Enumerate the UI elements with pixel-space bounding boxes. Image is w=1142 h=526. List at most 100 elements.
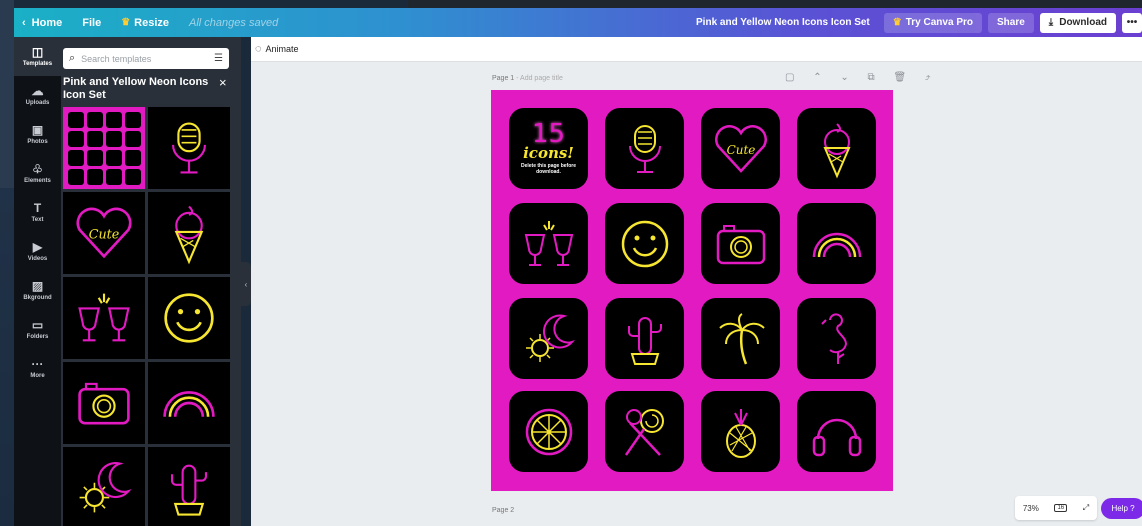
pineapple-icon [725, 408, 756, 458]
rail-item-bkground[interactable]: ▨ Bkground [14, 271, 61, 310]
search-input[interactable]: ⌕ Search templates ☰ [63, 48, 229, 69]
collapse-panel-button[interactable]: ‹ [241, 262, 251, 306]
icon-tile[interactable] [509, 298, 588, 379]
sun-moon-icon [79, 462, 132, 513]
chevron-left-icon: ‹ [22, 16, 26, 29]
template-thumbnail[interactable] [63, 362, 145, 444]
animate-icon: ◌ [255, 43, 262, 55]
svg-text:Cute: Cute [726, 143, 755, 157]
resize-label: Resize [134, 16, 170, 29]
page-1-label: Page 1 - Add page title [492, 75, 563, 82]
filter-icon[interactable]: ☰ [214, 53, 223, 64]
file-menu[interactable]: File [72, 8, 111, 37]
text-icon: T [33, 201, 42, 215]
icon-tile[interactable] [605, 298, 684, 379]
try-pro-label: Try Canva Pro [905, 17, 973, 28]
icon-tile[interactable] [509, 203, 588, 284]
template-thumbnail[interactable] [63, 277, 145, 359]
rail-item-templates[interactable]: ◫ Templates [14, 37, 61, 76]
animate-button[interactable]: Animate [266, 44, 299, 54]
rail-item-label: Videos [27, 256, 48, 262]
sun-moon-icon [525, 314, 575, 362]
rail-item-text[interactable]: T Text [14, 193, 61, 232]
smiley-face-icon [621, 220, 668, 267]
overview-preview-icon [67, 111, 141, 185]
design-page[interactable]: 15 icons! Delete this page before downlo… [491, 90, 893, 491]
rail-item-folders[interactable]: ▭ Folders [14, 310, 61, 349]
rail-item-photos[interactable]: ▣ Photos [14, 115, 61, 154]
microphone-icon [172, 122, 206, 174]
animate-toolbar: ◌ Animate [251, 37, 1142, 62]
template-thumbnail[interactable] [63, 447, 145, 526]
page-count-badge[interactable]: 16 [1054, 504, 1068, 512]
template-thumbnail[interactable] [148, 107, 230, 189]
icon-tile[interactable] [605, 203, 684, 284]
zoom-controls: 73% 16 ⤢ [1015, 496, 1097, 520]
rail-item-label: Text [31, 217, 44, 223]
home-button[interactable]: ‹ Home [14, 8, 72, 37]
lemon-slice-icon [525, 408, 572, 455]
cheers-glasses-icon [78, 293, 130, 342]
close-icon[interactable]: × [219, 75, 227, 90]
icon-tile[interactable] [797, 203, 876, 284]
try-pro-button[interactable]: ♛ Try Canva Pro [883, 12, 982, 33]
cover-number: 15 [531, 119, 566, 149]
cactus-icon [170, 464, 208, 516]
rail-item-uploads[interactable]: ☁ Uploads [14, 76, 61, 115]
template-thumbnail[interactable] [148, 362, 230, 444]
camera-icon [78, 382, 130, 425]
camera-icon [716, 224, 765, 264]
download-icon: ⤓ [1048, 17, 1054, 28]
screen: ‹ Home File ♛ Resize All changes saved P… [0, 0, 1142, 526]
download-button[interactable]: ⤓ Download [1039, 12, 1116, 33]
headphones-icon [812, 418, 861, 456]
download-label: Download [1059, 17, 1107, 28]
fullscreen-icon[interactable]: ⤢ [1083, 503, 1089, 513]
background-icon: ▨ [31, 279, 44, 293]
canvas-workspace: ◌ Animate Page 1 - Add page title ▢ ⌃ ⌄ … [251, 37, 1142, 526]
icon-tile[interactable]: Cute [701, 108, 780, 189]
panel-title: Pink and Yellow Neon Icons Icon Set [63, 76, 209, 101]
icon-tile[interactable] [605, 391, 684, 472]
rail-item-videos[interactable]: ▶ Videos [14, 232, 61, 271]
more-icon: ··· [31, 357, 44, 371]
template-thumbnail[interactable] [148, 447, 230, 526]
zoom-level[interactable]: 73% [1023, 504, 1039, 513]
template-thumbnail[interactable] [148, 277, 230, 359]
icon-tile[interactable] [701, 298, 780, 379]
rail-item-more[interactable]: ··· More [14, 349, 61, 388]
icon-tile[interactable] [701, 203, 780, 284]
template-thumbnail[interactable] [63, 107, 145, 189]
upload-icon: ☁ [31, 84, 44, 98]
smiley-face-icon [164, 293, 214, 343]
icon-tile[interactable] [509, 391, 588, 472]
add-page-title[interactable]: - Add page title [514, 75, 563, 82]
template-thumbnail[interactable]: Cute [63, 192, 145, 274]
ice-cream-icon [822, 122, 851, 179]
desktop-window-edge [0, 0, 14, 188]
rail-item-label: Uploads [25, 100, 50, 106]
rail-item-label: Folders [26, 334, 49, 340]
page-tools[interactable]: ▢ ⌃ ⌄ ⧉ 🗑 ⤴ [785, 72, 939, 83]
icon-tile[interactable] [797, 108, 876, 189]
icon-tile[interactable] [797, 391, 876, 472]
icon-tile[interactable] [701, 391, 780, 472]
search-placeholder: Search templates [81, 53, 152, 64]
rainbow-icon [163, 391, 215, 417]
more-options-button[interactable]: ••• [1122, 12, 1142, 33]
icon-tile[interactable] [605, 108, 684, 189]
cover-tile[interactable]: 15 icons! Delete this page before downlo… [509, 108, 588, 189]
rail-item-label: Elements [24, 178, 51, 184]
template-thumbnail[interactable] [148, 192, 230, 274]
icon-tile[interactable] [797, 298, 876, 379]
cactus-icon [627, 316, 662, 365]
resize-button[interactable]: ♛ Resize [111, 8, 179, 37]
share-button[interactable]: Share [988, 12, 1034, 33]
cover-note: Delete this page before download. [520, 163, 576, 175]
rail-item-elements[interactable]: ♧ Elements [14, 154, 61, 193]
help-button[interactable]: Help ? [1101, 498, 1142, 519]
search-icon: ⌕ [69, 52, 76, 64]
design-title[interactable]: Pink and Yellow Neon Icons Icon Set [686, 8, 884, 37]
page-2-label: Page 2 [492, 507, 515, 514]
microphone-icon [628, 124, 661, 173]
